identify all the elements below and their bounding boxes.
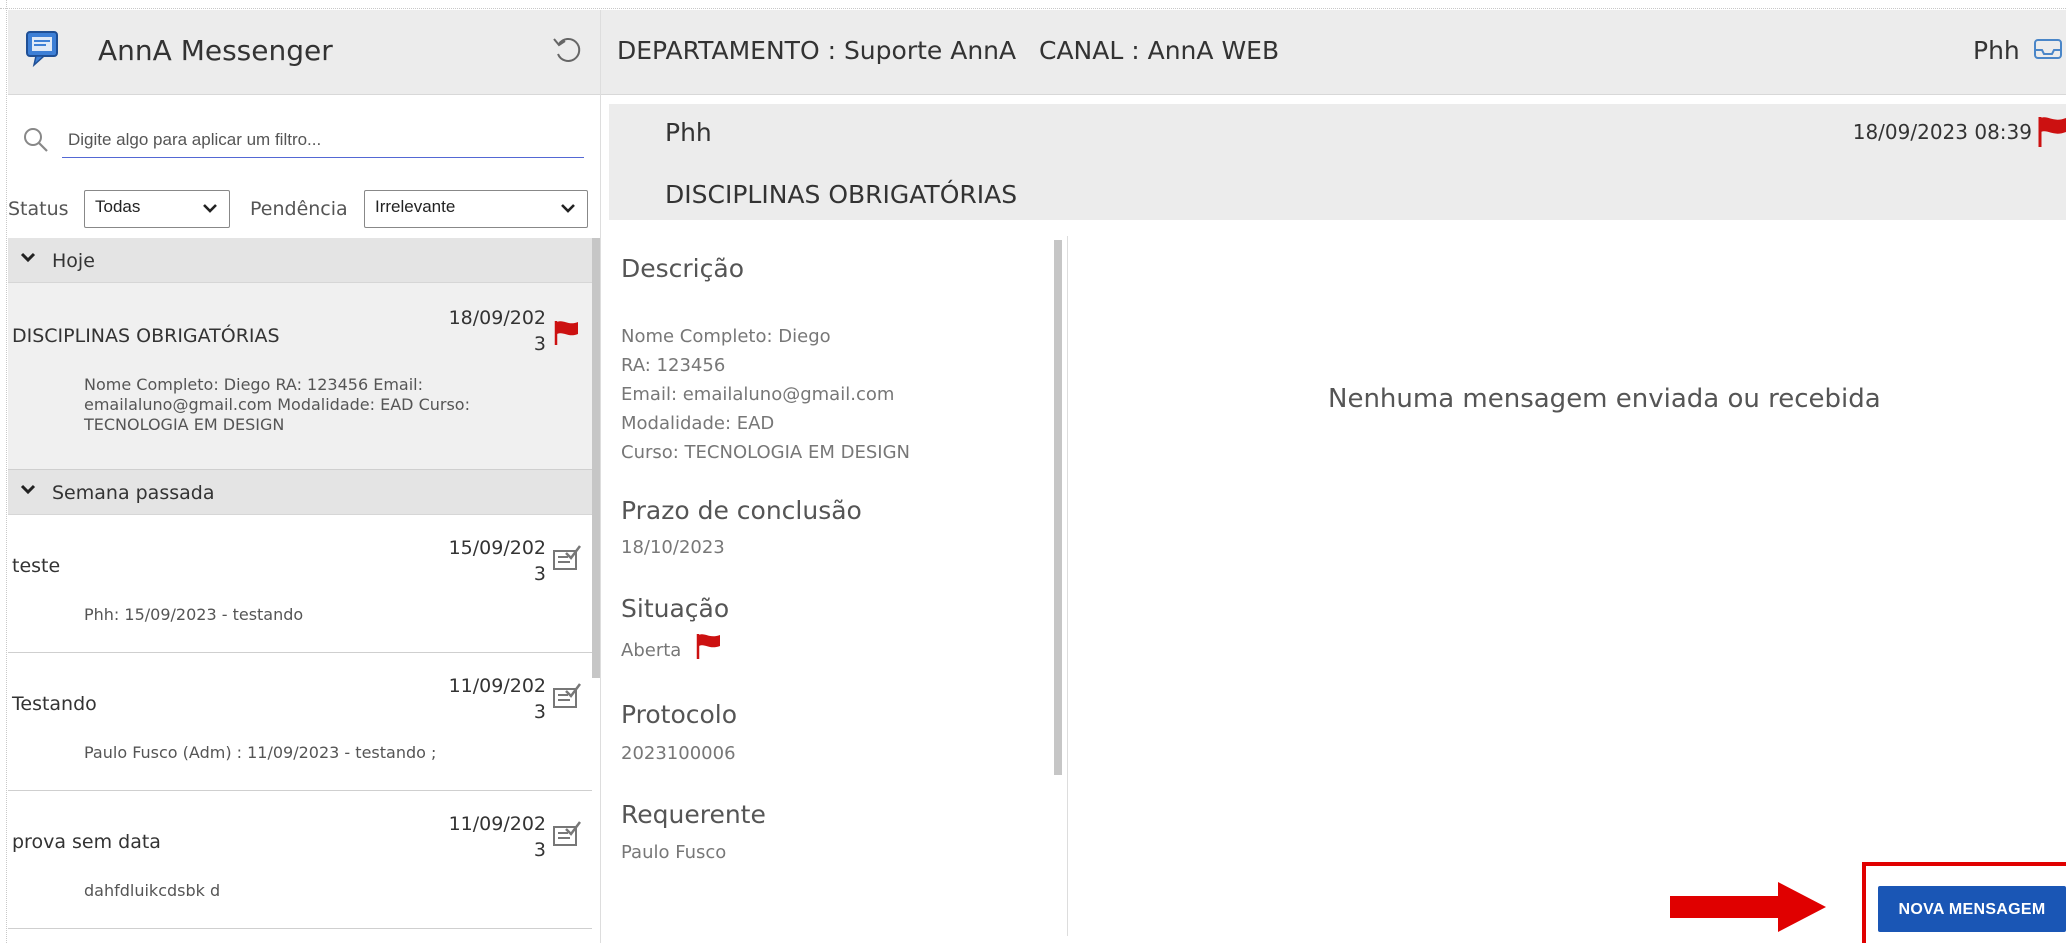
group-header-hoje[interactable]: Hoje (8, 238, 592, 283)
app-header: AnnA Messenger (8, 10, 600, 95)
red-flag-icon (554, 321, 578, 345)
prazo-value: 18/10/2023 (621, 537, 725, 558)
chevron-down-icon (20, 484, 36, 495)
chevron-down-icon (561, 204, 575, 213)
descricao-line: Modalidade: EAD (621, 413, 775, 434)
descricao-line: Nome Completo: Diego (621, 326, 831, 347)
list-item-snippet: Nome Completo: Diego RA: 123456 Email: e… (84, 375, 470, 434)
app-title: AnnA Messenger (98, 34, 333, 67)
descricao-line: Curso: TECNOLOGIA EM DESIGN (621, 442, 910, 463)
channel-header: DEPARTAMENTO : Suporte AnnA CANAL : AnnA… (601, 10, 2066, 95)
pendencia-select-value: Irrelevante (375, 197, 456, 216)
list-item[interactable]: teste 15/09/2023 Phh: 15/09/2023 - testa… (8, 515, 592, 653)
search-icon (24, 128, 48, 152)
list-item-date: 11/09/2023 (448, 813, 546, 861)
status-label: Status (8, 198, 69, 220)
arrow-right-icon (1670, 882, 1826, 932)
department-label: DEPARTAMENTO : Suporte AnnA (617, 36, 1017, 65)
red-flag-icon[interactable] (2036, 114, 2066, 148)
status-select-value: Todas (95, 197, 141, 216)
chevron-down-icon (203, 204, 217, 213)
ticket-header: Phh DISCIPLINAS OBRIGATÓRIAS 18/09/2023 … (609, 104, 2066, 220)
list-item-title: DISCIPLINAS OBRIGATÓRIAS (12, 325, 280, 347)
descricao-text: Nome Completo: Diego RA: 123456 Email: e… (621, 322, 910, 467)
details-scrollbar[interactable] (1054, 240, 1062, 775)
nova-mensagem-button[interactable]: NOVA MENSAGEM (1878, 886, 2066, 932)
group-header-semana-passada[interactable]: Semana passada (8, 470, 592, 515)
checked-tray-icon (553, 683, 581, 708)
chevron-down-icon (20, 252, 36, 263)
list-item[interactable]: Testando 11/09/2023 Paulo Fusco (Adm) : … (8, 653, 592, 791)
descricao-line: Email: emailaluno@gmail.com (621, 384, 895, 405)
list-item-date: 18/09/2023 (448, 307, 546, 355)
search-input[interactable] (62, 122, 584, 158)
ticket-subject: DISCIPLINAS OBRIGATÓRIAS (665, 180, 1018, 209)
requerente-value: Paulo Fusco (621, 842, 727, 863)
search-bar (14, 118, 590, 162)
viewport-left-border (0, 0, 7, 943)
viewport-top-border (0, 0, 2066, 9)
protocolo-value: 2023100006 (621, 743, 736, 764)
situacao-value: Aberta (621, 632, 721, 665)
ticket-datetime: 18/09/2023 08:39 (1852, 120, 2032, 144)
channel-label: CANAL : AnnA WEB (1039, 36, 1280, 65)
list-item-snippet: Paulo Fusco (Adm) : 11/09/2023 - testand… (84, 743, 437, 762)
panel-divider (1067, 236, 1068, 936)
descricao-heading: Descrição (621, 254, 744, 283)
list-item-date: 11/09/2023 (448, 675, 546, 723)
group-label: Hoje (52, 250, 95, 272)
situacao-text: Aberta (621, 640, 682, 661)
inbox-icon[interactable] (2033, 34, 2063, 64)
list-item-snippet: Phh: 15/09/2023 - testando (84, 605, 304, 624)
user-name: Phh (1973, 36, 2020, 65)
list-item[interactable]: DISCIPLINAS OBRIGATÓRIAS 18/09/2023 Nome… (8, 283, 592, 470)
filter-bar: Status Todas Pendência Irrelevante (8, 190, 600, 230)
status-select[interactable]: Todas (84, 190, 230, 228)
list-item-title: prova sem data (12, 831, 161, 853)
conversation-panel: AnnA Messenger Status Todas Pendência Ir… (8, 10, 601, 943)
checked-tray-icon (553, 821, 581, 846)
requerente-heading: Requerente (621, 800, 766, 829)
prazo-heading: Prazo de conclusão (621, 496, 862, 525)
list-item-date: 15/09/2023 (448, 537, 546, 585)
red-flag-icon (696, 634, 721, 659)
ticket-details: Descrição Nome Completo: Diego RA: 12345… (609, 240, 1049, 930)
protocolo-heading: Protocolo (621, 700, 738, 729)
conversation-list: Hoje DISCIPLINAS OBRIGATÓRIAS 18/09/2023… (8, 238, 592, 943)
list-item[interactable]: prova sem data 11/09/2023 dahfdluikcdsbk… (8, 791, 592, 929)
ticket-requester-name: Phh (665, 118, 712, 147)
list-scrollbar[interactable] (592, 238, 600, 678)
refresh-icon[interactable] (550, 32, 586, 68)
list-item-snippet: dahfdluikcdsbk d (84, 881, 221, 900)
list-item-title: Testando (12, 693, 97, 715)
pendencia-select[interactable]: Irrelevante (364, 190, 588, 228)
list-item-title: teste (12, 555, 61, 577)
descricao-line: RA: 123456 (621, 355, 726, 376)
situacao-heading: Situação (621, 594, 730, 623)
pendencia-label: Pendência (250, 198, 348, 220)
empty-messages-text: Nenhuma mensagem enviada ou recebida (1328, 384, 1881, 414)
group-label: Semana passada (52, 482, 215, 504)
checked-tray-icon (553, 545, 581, 570)
chat-bubble-icon (26, 31, 58, 68)
